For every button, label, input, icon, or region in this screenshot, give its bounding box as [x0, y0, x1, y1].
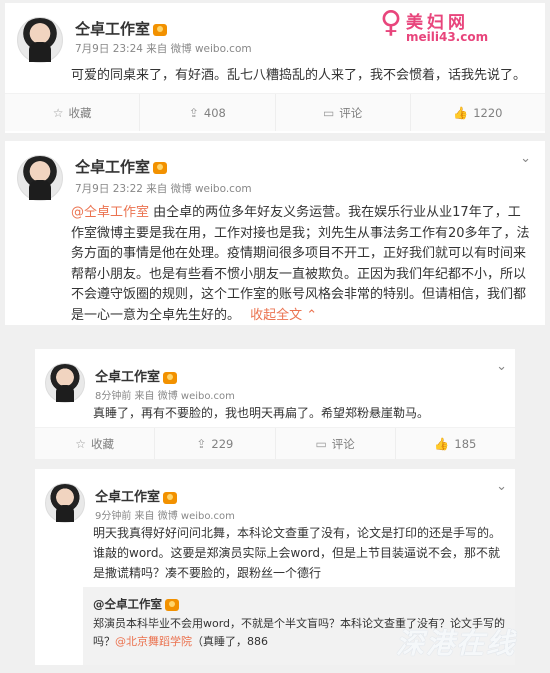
- favorite-button[interactable]: ☆ 收藏: [35, 428, 156, 459]
- chevron-down-icon[interactable]: ⌄: [496, 359, 507, 374]
- mention-link[interactable]: @仝卓工作室: [71, 205, 149, 220]
- post-meta: 9分钟前 来自 微博 weibo.com: [95, 511, 235, 522]
- repost-icon: ⇪: [196, 436, 207, 451]
- comment-icon: ▭: [315, 436, 327, 451]
- star-icon: ☆: [75, 436, 86, 451]
- thumbs-up-icon: 👍: [434, 436, 450, 451]
- quote-author[interactable]: @仝卓工作室: [93, 596, 179, 612]
- avatar[interactable]: [45, 483, 85, 523]
- post-author[interactable]: 仝卓工作室: [95, 366, 178, 385]
- comment-button[interactable]: ▭ 评论: [276, 94, 411, 131]
- avatar[interactable]: [17, 17, 63, 63]
- chevron-down-icon[interactable]: ⌄: [520, 151, 531, 166]
- collapse-link[interactable]: 收起全文 ⌃: [250, 308, 317, 323]
- repost-icon: ⇪: [188, 105, 199, 120]
- repost-button[interactable]: ⇪ 408: [140, 94, 276, 131]
- comment-button[interactable]: ▭ 评论: [276, 428, 396, 459]
- post-meta: 7月9日 23:24 来自 微博 weibo.com: [75, 43, 252, 55]
- post-text: 明天我真得好好问问北舞，本科论文查重了没有，论文是打印的还是手写的。谁敲的wor…: [93, 526, 502, 580]
- vip-badge-icon: [163, 371, 178, 384]
- watermark-text: 深港在线: [396, 627, 517, 660]
- post-text: 可爱的同桌来了，有好酒。乱七八糟捣乱的人来了，我不会惯着，话我先说了。: [71, 68, 527, 83]
- post-card-2: ⌄ 仝卓工作室 7月9日 23:22 来自 微博 weibo.com @仝卓工作…: [5, 141, 545, 325]
- like-button[interactable]: 👍 185: [396, 428, 515, 459]
- post-meta: 7月9日 23:22 来自 微博 weibo.com: [75, 183, 252, 195]
- post-meta: 8分钟前 来自 微博 weibo.com: [95, 391, 235, 402]
- thumbs-up-icon: 👍: [453, 105, 469, 120]
- site-logo: ♀ 美妇网 meili43.com: [380, 5, 489, 45]
- star-icon: ☆: [52, 105, 64, 120]
- avatar[interactable]: [17, 155, 63, 201]
- post-author[interactable]: 仝卓工作室: [75, 156, 168, 177]
- avatar[interactable]: [45, 363, 85, 403]
- action-bar: ☆ 收藏 ⇪ 408 ▭ 评论 👍 1220: [5, 93, 545, 131]
- woman-figure-icon: ♀: [380, 5, 402, 40]
- mention-link[interactable]: @北京舞蹈学院: [115, 635, 192, 648]
- action-bar: ☆ 收藏 ⇪ 229 ▭ 评论 👍 185: [35, 427, 515, 459]
- vip-badge-icon: [163, 491, 178, 504]
- like-button[interactable]: 👍 1220: [411, 94, 545, 131]
- chevron-down-icon[interactable]: ⌄: [496, 479, 507, 494]
- favorite-button[interactable]: ☆ 收藏: [5, 94, 141, 131]
- post-text: @仝卓工作室 由仝卓的两位多年好友义务运营。我在娱乐行业从业17年了，工作室微博…: [71, 205, 530, 323]
- post-author[interactable]: 仝卓工作室: [95, 486, 178, 505]
- vip-badge-icon: [153, 23, 168, 36]
- post-card-3: ⌄ 仝卓工作室 8分钟前 来自 微博 weibo.com 真睡了，再有不要脸的，…: [35, 349, 515, 459]
- repost-button[interactable]: ⇪ 229: [155, 428, 276, 459]
- post-text: 真睡了，再有不要脸的，我也明天再扁了。希望郑粉悬崖勒马。: [93, 406, 430, 420]
- vip-badge-icon: [165, 598, 179, 611]
- comment-icon: ▭: [322, 105, 335, 120]
- vip-badge-icon: [153, 161, 168, 174]
- post-author[interactable]: 仝卓工作室: [75, 18, 168, 39]
